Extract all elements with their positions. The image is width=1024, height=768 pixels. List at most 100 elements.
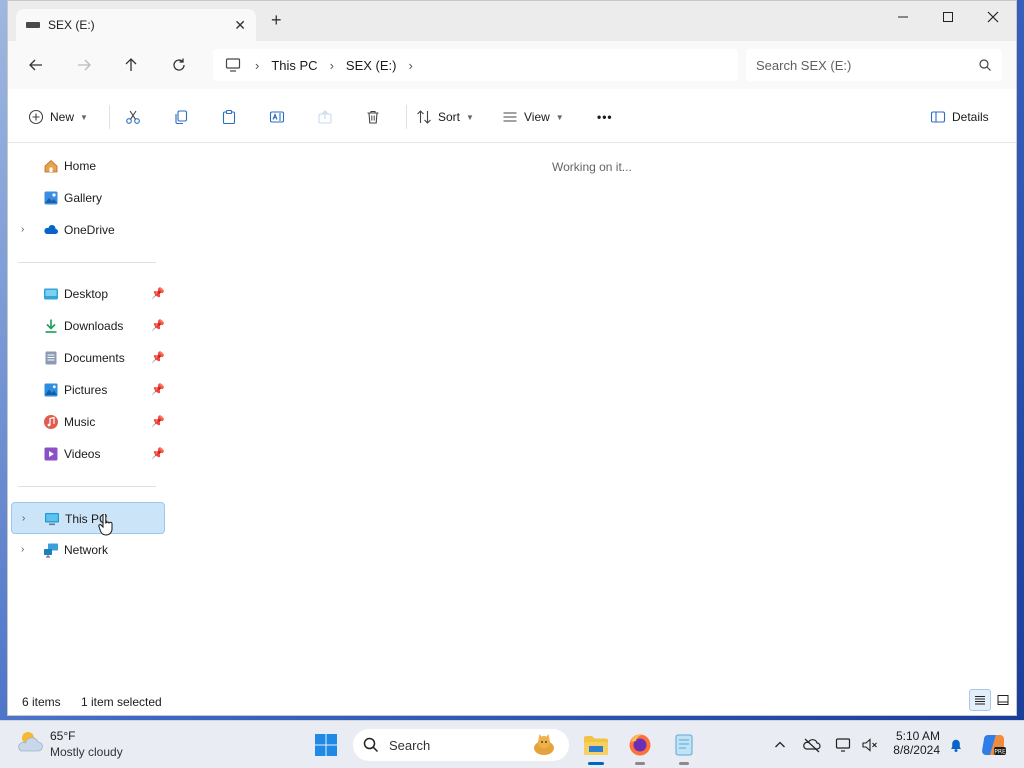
sort-button[interactable]: Sort ▼ — [416, 105, 474, 129]
sidebar-item-desktop[interactable]: Desktop 📌 — [11, 278, 165, 310]
paste-button[interactable] — [221, 105, 237, 129]
maximize-button[interactable] — [925, 5, 971, 29]
minimize-icon — [898, 16, 908, 18]
sidebar-divider — [18, 262, 156, 263]
search-icon — [979, 59, 991, 71]
partly-cloudy-icon — [18, 732, 43, 752]
show-hidden-icons-button[interactable] — [770, 735, 790, 755]
copilot-button[interactable]: PRE — [980, 732, 1006, 758]
status-bar: 6 items 1 item selected — [8, 689, 1016, 715]
pin-icon[interactable]: 📌 — [151, 447, 165, 460]
copy-button[interactable] — [173, 105, 189, 129]
sidebar-item-pictures[interactable]: Pictures 📌 — [11, 374, 165, 406]
network-icon — [44, 543, 58, 558]
pin-icon[interactable]: 📌 — [151, 383, 165, 396]
volume-tray[interactable] — [860, 735, 880, 755]
sidebar-item-documents[interactable]: Documents 📌 — [11, 342, 165, 374]
details-view-button[interactable] — [969, 689, 991, 711]
search-input[interactable]: Search SEX (E:) — [746, 49, 1002, 81]
sidebar-item-videos[interactable]: Videos 📌 — [11, 438, 165, 470]
tab-active[interactable]: SEX (E:) ✕ — [16, 9, 256, 41]
item-count: 6 items — [22, 695, 61, 709]
sidebar-item-music[interactable]: Music 📌 — [11, 406, 165, 438]
navigation-pane: Home Gallery › OneDrive Desktop 📌 Downlo… — [8, 144, 178, 684]
share-button[interactable] — [317, 105, 333, 129]
back-button[interactable] — [24, 53, 48, 77]
chevron-right-icon[interactable]: › — [21, 544, 24, 555]
taskbar: 65°F Mostly cloudy Search 5:10 AM 8/8/20… — [0, 720, 1024, 768]
download-icon — [45, 319, 57, 333]
file-list-area[interactable]: Working on it... — [178, 144, 1016, 684]
chevron-right-icon[interactable]: › — [22, 513, 25, 524]
notifications-button[interactable] — [946, 735, 966, 755]
rename-button[interactable] — [269, 105, 285, 129]
sidebar-item-this-pc[interactable]: › This PC — [11, 502, 165, 534]
chevron-down-icon: ▼ — [466, 112, 474, 122]
pin-icon[interactable]: 📌 — [151, 287, 165, 300]
clipboard-icon — [222, 109, 236, 125]
new-tab-button[interactable]: + — [271, 11, 282, 29]
taskbar-search-label: Search — [389, 737, 431, 753]
sidebar-item-downloads[interactable]: Downloads 📌 — [11, 310, 165, 342]
sidebar-item-label: Gallery — [64, 191, 103, 205]
sidebar-item-onedrive[interactable]: › OneDrive — [11, 214, 165, 246]
chevron-right-icon[interactable]: › — [255, 58, 259, 73]
sidebar-item-gallery[interactable]: Gallery — [11, 182, 165, 214]
details-pane-button[interactable]: Details — [930, 105, 989, 129]
notepad-icon — [675, 734, 693, 756]
video-icon — [44, 447, 58, 461]
bell-icon — [951, 739, 961, 752]
ellipsis-icon: ••• — [597, 110, 613, 124]
file-explorer-window: SEX (E:) ✕ + › This PC › SEX (E:) › Sear… — [7, 0, 1017, 716]
pin-icon[interactable]: 📌 — [151, 351, 165, 364]
taskbar-firefox[interactable] — [624, 729, 656, 765]
breadcrumb-drive[interactable]: SEX (E:) — [346, 58, 397, 73]
scissors-icon — [126, 110, 140, 124]
document-icon — [45, 351, 57, 365]
network-tray[interactable] — [834, 735, 854, 755]
taskbar-search[interactable]: Search — [353, 729, 569, 761]
chevron-right-icon[interactable]: › — [409, 58, 413, 73]
close-tab-icon[interactable]: ✕ — [234, 17, 246, 34]
delete-button[interactable] — [365, 105, 381, 129]
share-icon — [318, 110, 332, 124]
pin-icon[interactable]: 📌 — [151, 319, 165, 332]
taskbar-notepad[interactable] — [668, 729, 700, 765]
desktop-folder-icon — [44, 288, 58, 300]
clock-time: 5:10 AM — [895, 729, 940, 743]
new-button[interactable]: New ▼ — [28, 105, 88, 129]
sidebar-item-label: Network — [64, 543, 109, 557]
copilot-icon: PRE — [982, 735, 1006, 756]
pin-icon[interactable]: 📌 — [151, 415, 165, 428]
taskbar-file-explorer[interactable] — [580, 729, 612, 765]
breadcrumb-this-pc[interactable]: This PC — [271, 58, 317, 73]
chevron-right-icon[interactable]: › — [330, 58, 334, 73]
selection-count: 1 item selected — [81, 695, 162, 709]
arrow-right-icon — [78, 59, 91, 71]
monitor-network-icon — [835, 738, 851, 752]
onedrive-tray[interactable] — [802, 735, 822, 755]
weather-widget[interactable]: 65°F Mostly cloudy — [16, 729, 123, 759]
view-button[interactable]: View ▼ — [502, 105, 564, 129]
address-bar[interactable]: › This PC › SEX (E:) › — [213, 49, 738, 81]
copy-icon — [175, 110, 188, 125]
sort-label: Sort — [438, 110, 461, 124]
close-window-button[interactable] — [970, 5, 1016, 29]
chevron-right-icon[interactable]: › — [21, 224, 24, 235]
start-button[interactable] — [314, 733, 338, 760]
sidebar-item-home[interactable]: Home — [11, 150, 165, 182]
more-options-button[interactable]: ••• — [597, 105, 613, 129]
tiles-view-icon — [997, 695, 1009, 705]
forward-button[interactable] — [72, 53, 96, 77]
cat-icon — [534, 734, 554, 755]
clock[interactable]: 5:10 AM 8/8/2024 — [884, 729, 940, 757]
sidebar-item-label: OneDrive — [64, 223, 115, 237]
sidebar-item-label: Videos — [64, 447, 101, 461]
sidebar-item-network[interactable]: › Network — [11, 534, 165, 566]
up-button[interactable] — [119, 53, 143, 77]
minimize-button[interactable] — [880, 5, 926, 29]
cut-button[interactable] — [125, 105, 141, 129]
tiles-view-button[interactable] — [992, 689, 1014, 711]
refresh-button[interactable] — [167, 53, 191, 77]
title-bar: SEX (E:) ✕ + — [8, 1, 1016, 41]
